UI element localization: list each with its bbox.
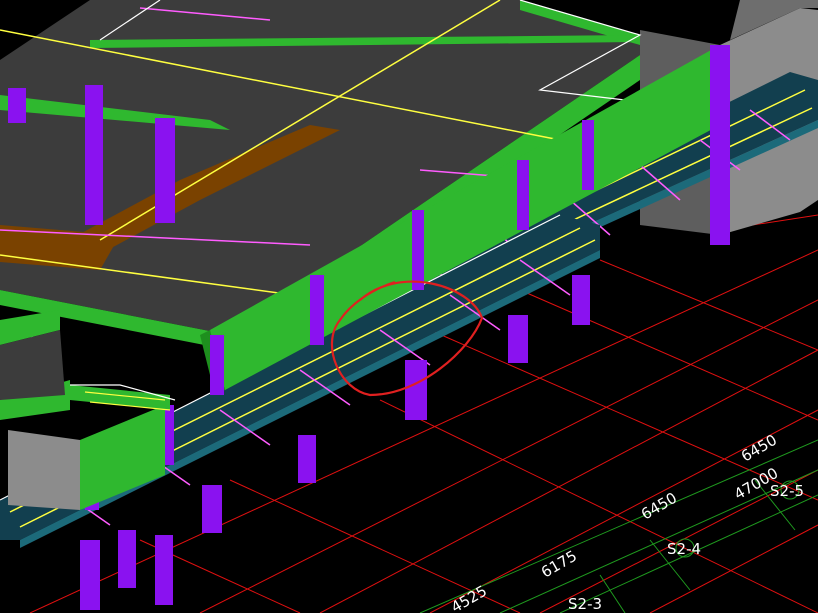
dimension-labels: 6450 47000 6450 6175 4525	[448, 431, 781, 613]
lower-left-structure	[0, 310, 176, 510]
axis-label-s2-3: S2-3	[568, 595, 602, 613]
dimension-label: 6450	[638, 489, 680, 524]
axis-label-s2-5: S2-5	[770, 482, 804, 500]
dimension-label: 6175	[538, 547, 580, 582]
dimension-label: 6450	[738, 431, 780, 466]
3d-model-viewport[interactable]: 6450 47000 6450 6175 4525 S2-5 S2-4 S2-3	[0, 0, 818, 613]
axis-label-s2-4: S2-4	[667, 540, 701, 558]
dimension-label: 4525	[448, 582, 490, 613]
